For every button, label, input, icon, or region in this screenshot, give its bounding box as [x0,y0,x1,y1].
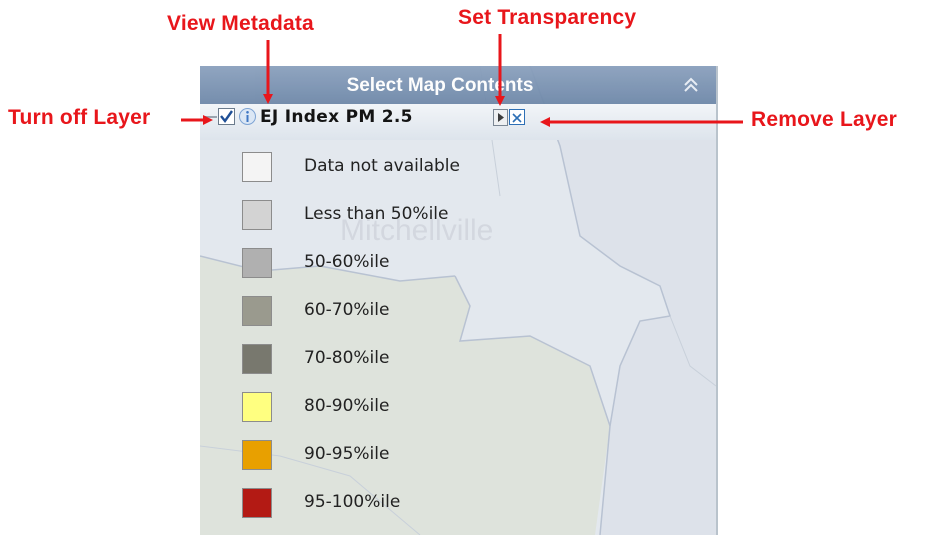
info-icon[interactable] [238,107,257,126]
play-arrow-icon [498,113,504,122]
legend-item: Data not available [200,152,600,186]
legend-label: 50-60%ile [304,252,390,272]
legend-label: Less than 50%ile [304,204,449,224]
legend-swatch [242,296,272,326]
legend-swatch [242,200,272,230]
legend-item: 60-70%ile [200,296,600,330]
layer-name: EJ Index PM 2.5 [260,107,413,127]
legend-item: 90-95%ile [200,440,600,474]
layer-row: EJ Index PM 2.5 [200,104,716,140]
view-metadata-annotation: View Metadata [167,12,314,35]
legend-item: Less than 50%ile [200,200,600,234]
check-icon [220,110,233,124]
legend-label: 80-90%ile [304,396,390,416]
legend-label: 90-95%ile [304,444,390,464]
set-transparency-annotation: Set Transparency [458,6,637,29]
legend-swatch [242,440,272,470]
legend-swatch [242,392,272,422]
legend-swatch [242,248,272,278]
turn-off-layer-annotation: Turn off Layer [8,106,151,129]
remove-layer-annotation: Remove Layer [751,108,897,131]
layer-collapse-toggle[interactable] [204,116,217,118]
double-chevron-up-icon[interactable] [682,76,700,94]
legend-swatch [242,344,272,374]
layer-visibility-checkbox[interactable] [218,108,235,125]
legend-swatch [242,488,272,518]
remove-layer-button[interactable] [509,109,525,125]
close-box-icon [512,113,522,123]
legend-swatch [242,152,272,182]
legend-item: 95-100%ile [200,488,600,522]
legend-item: 80-90%ile [200,392,600,426]
legend-item: 70-80%ile [200,344,600,378]
legend-label: 70-80%ile [304,348,390,368]
legend-label: 60-70%ile [304,300,390,320]
legend-label: 95-100%ile [304,492,401,512]
panel-title: Select Map Contents [346,75,534,96]
panel-header: Select Map Contents [200,66,716,104]
legend-label: Data not available [304,156,460,176]
map-contents-panel: Mitchellville Select Map Contents EJ Ind… [200,66,718,535]
set-transparency-button[interactable] [493,109,508,126]
legend-item: 50-60%ile [200,248,600,282]
